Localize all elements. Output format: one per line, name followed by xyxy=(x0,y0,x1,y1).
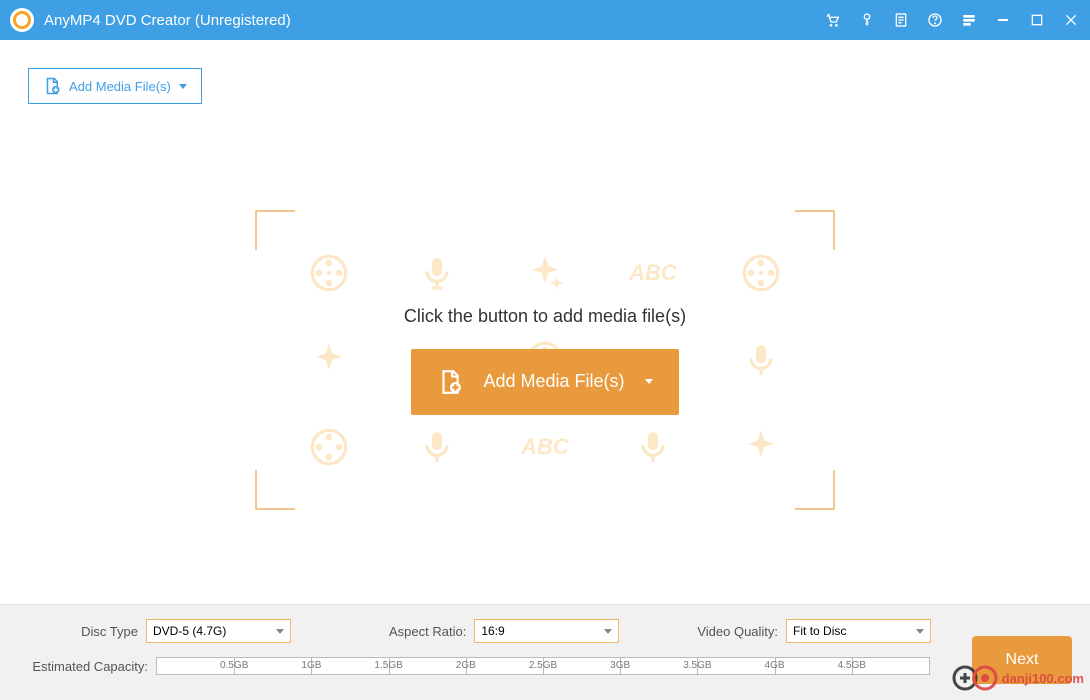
next-button[interactable]: Next xyxy=(972,636,1072,684)
chevron-down-icon xyxy=(179,84,187,89)
add-media-button[interactable]: Add Media File(s) xyxy=(28,68,202,104)
video-quality-select[interactable]: Fit to Disc xyxy=(786,619,931,643)
aspect-ratio-select[interactable]: 16:9 xyxy=(474,619,619,643)
add-media-big-label: Add Media File(s) xyxy=(483,371,624,392)
capacity-tick-label: 0.5GB xyxy=(220,660,248,671)
file-add-icon xyxy=(437,369,463,395)
add-media-big-button[interactable]: Add Media File(s) xyxy=(411,349,679,415)
bottom-panel: Disc Type DVD-5 (4.7G) Aspect Ratio: 16:… xyxy=(0,604,1090,700)
menu-icon[interactable] xyxy=(960,11,978,29)
chevron-down-icon xyxy=(916,629,924,634)
chevron-down-icon xyxy=(276,629,284,634)
key-icon[interactable] xyxy=(858,11,876,29)
app-title: AnyMP4 DVD Creator (Unregistered) xyxy=(44,12,291,29)
disc-type-label: Disc Type xyxy=(30,624,138,639)
document-icon[interactable] xyxy=(892,11,910,29)
capacity-bar: 0.5GB 1GB 1.5GB 2GB 2.5GB 3GB 3.5GB 4GB 4.5GB xyxy=(156,657,930,675)
capacity-tick-label: 3GB xyxy=(610,660,630,671)
capacity-tick-label: 4.5GB xyxy=(838,660,866,671)
titlebar: AnyMP4 DVD Creator (Unregistered) xyxy=(0,0,1090,40)
aspect-ratio-label: Aspect Ratio: xyxy=(389,624,466,639)
chevron-down-icon xyxy=(604,629,612,634)
file-add-icon xyxy=(43,77,61,95)
disc-type-value: DVD-5 (4.7G) xyxy=(153,624,226,638)
capacity-tick-label: 2.5GB xyxy=(529,660,557,671)
main-area: ABC ABC ABC ABC Click the button to add … xyxy=(0,130,1090,590)
disc-type-select[interactable]: DVD-5 (4.7G) xyxy=(146,619,291,643)
capacity-tick-label: 2GB xyxy=(456,660,476,671)
minimize-button[interactable] xyxy=(994,11,1012,29)
toolbar: Add Media File(s) xyxy=(0,40,1090,104)
aspect-ratio-value: 16:9 xyxy=(481,624,504,638)
close-button[interactable] xyxy=(1062,11,1080,29)
help-icon[interactable] xyxy=(926,11,944,29)
capacity-tick-label: 1.5GB xyxy=(374,660,402,671)
dropzone-hint: Click the button to add media file(s) xyxy=(404,306,686,327)
add-media-label: Add Media File(s) xyxy=(69,79,171,94)
app-logo-icon xyxy=(10,8,34,32)
dropzone-content: Click the button to add media file(s) Ad… xyxy=(255,210,835,510)
estimated-capacity-label: Estimated Capacity: xyxy=(30,659,148,674)
capacity-tick-label: 1GB xyxy=(301,660,321,671)
titlebar-actions xyxy=(824,11,1080,29)
capacity-tick-label: 4GB xyxy=(765,660,785,671)
chevron-down-icon xyxy=(645,379,653,384)
maximize-button[interactable] xyxy=(1028,11,1046,29)
capacity-tick-label: 3.5GB xyxy=(683,660,711,671)
video-quality-label: Video Quality: xyxy=(697,624,778,639)
video-quality-value: Fit to Disc xyxy=(793,624,846,638)
dropzone[interactable]: ABC ABC ABC ABC Click the button to add … xyxy=(255,210,835,510)
cart-icon[interactable] xyxy=(824,11,842,29)
